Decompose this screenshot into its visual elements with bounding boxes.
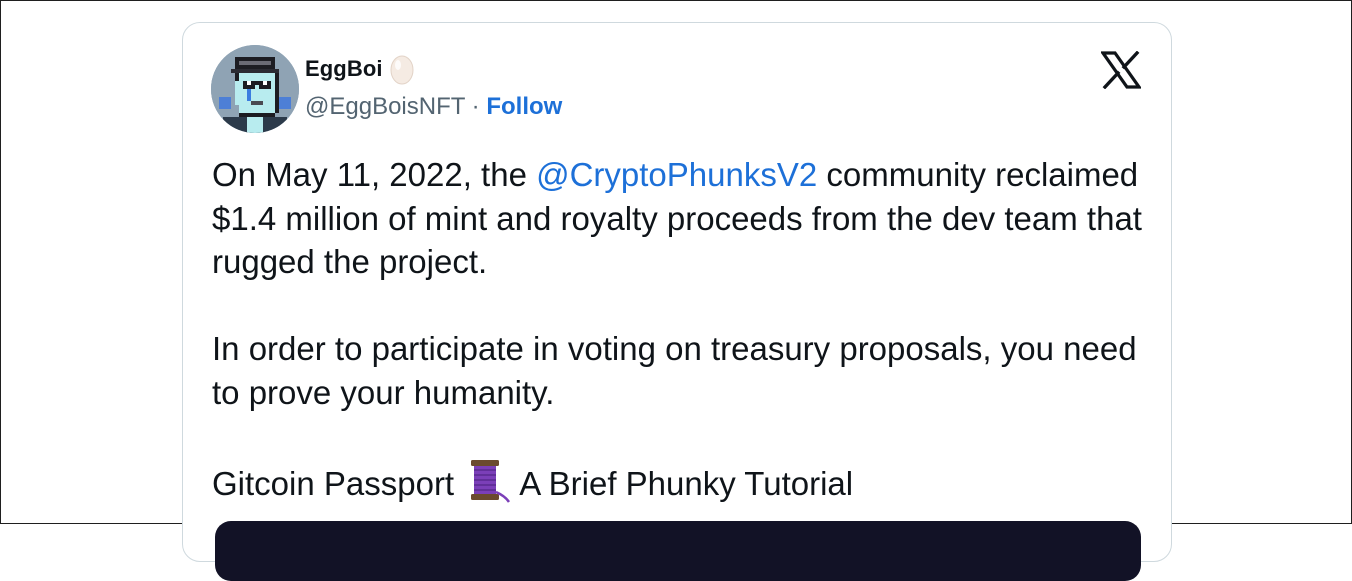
handle-row: @EggBoisNFT · Follow (305, 93, 562, 121)
author-handle[interactable]: @EggBoisNFT (305, 93, 465, 120)
author-name-row: EggBoi (305, 53, 415, 85)
author-name[interactable]: EggBoi (305, 56, 383, 82)
tweet-paragraph-2: In order to participate in voting on tre… (212, 330, 1137, 411)
author-avatar[interactable] (211, 45, 299, 133)
pixel-punk-avatar-icon (211, 45, 299, 133)
egg-icon (389, 53, 415, 85)
x-logo-icon[interactable] (1101, 51, 1141, 89)
p3-text-before: Gitcoin Passport (212, 464, 455, 502)
p3-text-after: A Brief Phunky Tutorial (519, 464, 854, 502)
tweet-paragraph-1: On May 11, 2022, the @CryptoPhunksV2 com… (212, 153, 1142, 284)
mention-cryptophunksv2-link[interactable]: @CryptoPhunksV2 (536, 156, 817, 193)
tweet-paragraph-3: Gitcoin Passport A Brief Phunky Tutorial (212, 458, 1142, 506)
follow-button[interactable]: Follow (486, 93, 562, 120)
media-preview[interactable] (215, 521, 1141, 581)
separator-dot: · (471, 93, 480, 120)
p1-text-before: On May 11, 2022, the (212, 156, 537, 193)
spool-of-thread-icon (465, 458, 513, 504)
tweet-card: EggBoi @EggBoisNFT · Follow On May 11, 2… (182, 22, 1172, 581)
tweet-body: On May 11, 2022, the @CryptoPhunksV2 com… (212, 153, 1142, 505)
